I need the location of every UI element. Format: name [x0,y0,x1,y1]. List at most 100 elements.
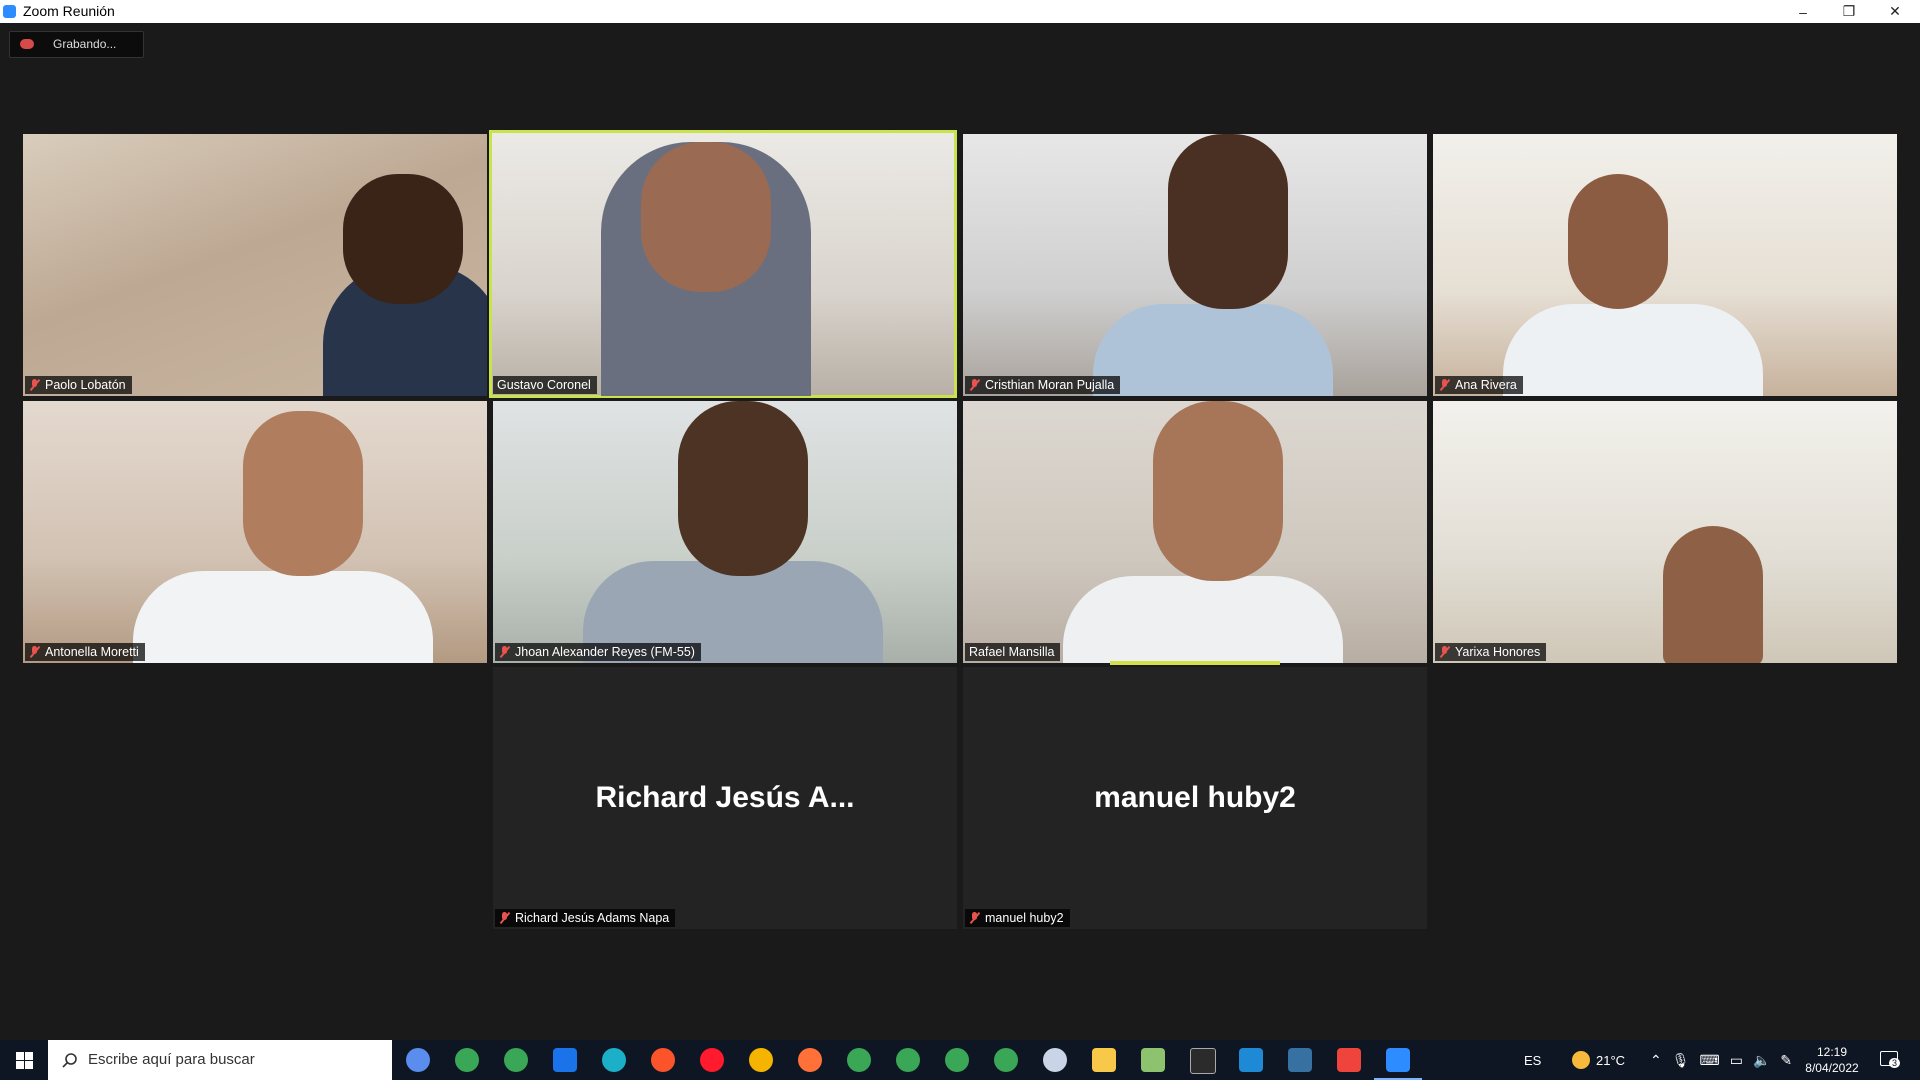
participant-name: manuel huby2 [985,911,1064,925]
participant-display-name: Richard Jesús A... [595,781,855,814]
cortana-icon[interactable] [406,1048,430,1072]
chrome-icon[interactable] [945,1048,969,1072]
participant-video [1093,304,1333,396]
participant-name: Ana Rivera [1455,378,1517,392]
chrome-icon[interactable] [504,1048,528,1072]
participant-nameplate: Richard Jesús Adams Napa [495,909,676,927]
firefox-icon[interactable] [798,1048,822,1072]
participant-nameplate: Jhoan Alexander Reyes (FM-55) [495,643,701,661]
file-explorer-icon[interactable] [1092,1048,1116,1072]
close-button[interactable]: ✕ [1872,0,1918,23]
recording-indicator[interactable]: Grabando... [9,31,144,58]
search-placeholder: Escribe aquí para buscar [88,1051,255,1068]
recording-cloud-icon [20,39,34,49]
participant-nameplate: Gustavo Coronel [493,376,597,394]
edge-icon[interactable] [602,1048,626,1072]
video-tile-antonella[interactable]: Antonella Moretti [23,401,487,663]
participant-nameplate: Rafael Mansilla [965,643,1061,661]
participant-nameplate: Ana Rivera [1435,376,1523,394]
zoom-icon[interactable] [1374,1048,1422,1080]
weather-sun-icon [1572,1051,1590,1069]
video-tile-manuel[interactable]: manuel huby2 manuel huby2 [963,667,1427,929]
participant-nameplate: manuel huby2 [965,909,1070,927]
video-tile-cristhian[interactable]: Cristhian Moran Pujalla [963,134,1427,396]
chrome-icon[interactable] [847,1048,871,1072]
participant-name: Jhoan Alexander Reyes (FM-55) [515,645,695,659]
terminal-icon[interactable] [1190,1048,1216,1074]
muted-mic-icon [969,379,981,391]
vpn-icon[interactable] [749,1048,773,1072]
chrome-icon[interactable] [896,1048,920,1072]
system-tray: ⌃ 🎙 ⌨ ▭ 🔈 ✎ [1650,1040,1792,1080]
participant-video [1503,304,1763,396]
participant-display-name: manuel huby2 [1094,781,1296,814]
muted-mic-icon [29,646,41,658]
participant-video [1663,526,1763,663]
paint-icon[interactable] [1043,1048,1067,1072]
windows-logo-icon [15,1051,33,1069]
pen-icon[interactable]: ✎ [1780,1052,1792,1069]
notification-count: 3 [1889,1058,1901,1068]
video-tile-rafael[interactable]: Rafael Mansilla [963,401,1427,663]
muted-mic-icon [499,912,511,924]
mail-icon[interactable] [553,1048,577,1072]
participant-nameplate: Cristhian Moran Pujalla [965,376,1121,394]
notifications-button[interactable]: 3 [1880,1049,1902,1069]
audio-level-bar [1110,661,1280,665]
notepad-icon[interactable] [1141,1048,1165,1072]
network-icon[interactable]: ⌨ [1700,1052,1720,1069]
chrome-icon[interactable] [455,1048,479,1072]
muted-mic-icon [1439,379,1451,391]
clock[interactable]: 12:19 8/04/2022 [1796,1044,1868,1076]
search-icon [62,1053,77,1068]
microphone-icon[interactable]: 🎙 [1672,1052,1690,1069]
language-indicator[interactable]: ES [1524,1040,1541,1080]
participant-name: Cristhian Moran Pujalla [985,378,1115,392]
video-tile-richard[interactable]: Richard Jesús A... Richard Jesús Adams N… [493,667,957,929]
participant-name: Gustavo Coronel [497,378,591,392]
participant-video [1568,174,1668,309]
window-titlebar: Zoom Reunión – ❐ ✕ [0,0,1920,23]
participant-video [133,571,433,663]
python-icon[interactable] [1288,1048,1312,1072]
start-button[interactable] [0,1040,48,1080]
chrome-icon[interactable] [994,1048,1018,1072]
weather-widget[interactable]: 21°C [1572,1040,1625,1080]
participant-video [678,401,808,576]
zoom-app-icon [3,5,16,18]
video-tile-jhoan[interactable]: Jhoan Alexander Reyes (FM-55) [493,401,957,663]
participant-name: Paolo Lobatón [45,378,126,392]
anydesk-icon[interactable] [1337,1048,1361,1072]
video-tile-paolo[interactable]: Paolo Lobatón [23,134,487,396]
minimize-button[interactable]: – [1780,0,1826,23]
vscode-icon[interactable] [1239,1048,1263,1072]
muted-mic-icon [1439,646,1451,658]
participant-name: Richard Jesús Adams Napa [515,911,670,925]
muted-mic-icon [499,646,511,658]
participant-name: Yarixa Honores [1455,645,1541,659]
video-tile-yarixa[interactable]: Yarixa Honores [1433,401,1897,663]
muted-mic-icon [969,912,981,924]
taskbar-search-box[interactable]: Escribe aquí para buscar [48,1040,392,1080]
show-hidden-icons-chevron-icon[interactable]: ⌃ [1650,1052,1662,1069]
participant-name: Rafael Mansilla [969,645,1055,659]
windows-taskbar: Escribe aquí para buscar ES 21°C ⌃ 🎙 ⌨ ▭… [0,1040,1920,1080]
video-tile-gustavo[interactable]: Gustavo Coronel [489,130,957,398]
participant-nameplate: Yarixa Honores [1435,643,1547,661]
participant-video [1168,134,1288,309]
battery-icon[interactable]: ▭ [1730,1052,1743,1069]
restore-button[interactable]: ❐ [1826,0,1872,23]
volume-icon[interactable]: 🔈 [1753,1052,1770,1069]
temperature: 21°C [1596,1052,1626,1068]
clock-date: 8/04/2022 [1805,1061,1859,1075]
participant-video [641,142,771,292]
brave-icon[interactable] [651,1048,675,1072]
participant-name: Antonella Moretti [45,645,139,659]
participant-nameplate: Paolo Lobatón [25,376,132,394]
participant-video [1153,401,1283,581]
recording-label: Grabando... [53,37,117,51]
clock-time: 12:19 [1816,1045,1848,1059]
participant-nameplate: Antonella Moretti [25,643,145,661]
video-tile-ana[interactable]: Ana Rivera [1433,134,1897,396]
opera-icon[interactable] [700,1048,724,1072]
